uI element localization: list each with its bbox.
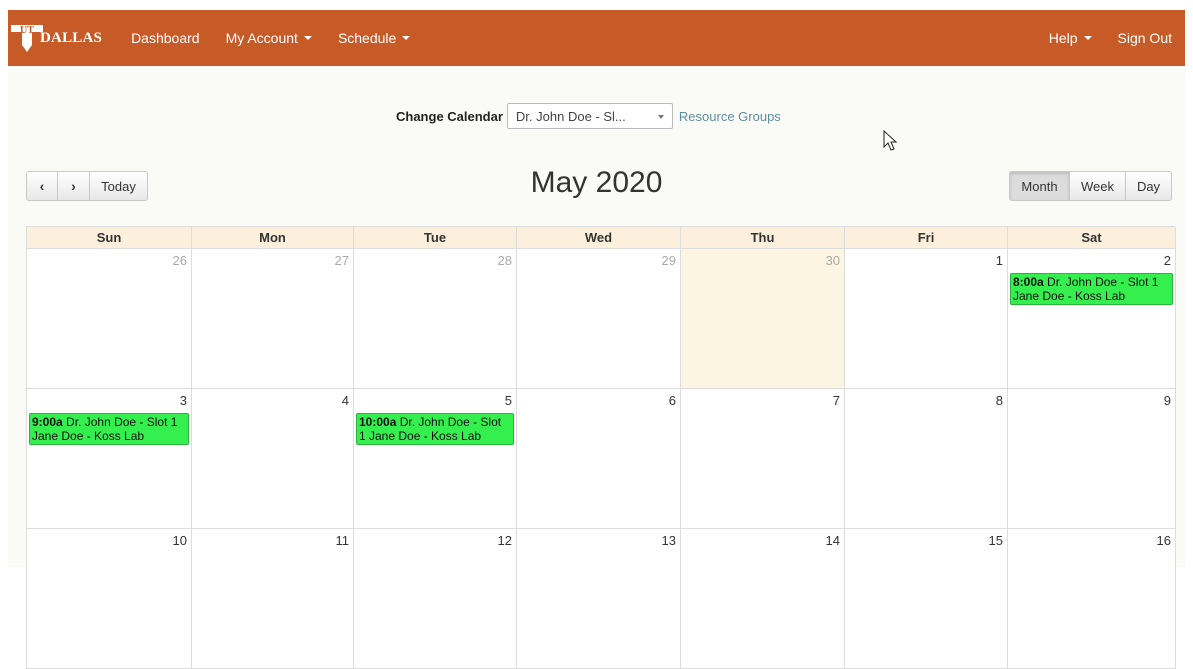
day-number[interactable]: 12 <box>498 533 512 548</box>
dropdown-arrow-icon <box>657 115 664 119</box>
weekday-tue: Tue <box>354 227 517 249</box>
nav-help-label: Help <box>1048 30 1078 46</box>
nav-schedule-label: Schedule <box>337 30 397 46</box>
nav-sign-out-label: Sign Out <box>1117 30 1172 46</box>
day-cell[interactable]: 28 <box>354 249 517 389</box>
day-cell[interactable]: 7 <box>681 389 845 529</box>
day-cell[interactable]: 6 <box>517 389 681 529</box>
weekday-mon: Mon <box>192 227 354 249</box>
weekday-fri: Fri <box>845 227 1008 249</box>
caret-down-icon <box>303 36 312 40</box>
day-cell[interactable]: 30 <box>681 249 845 389</box>
caret-down-icon <box>1083 36 1092 40</box>
caret-down-icon <box>402 36 411 40</box>
calendar-select[interactable]: Dr. John Doe - Sl... <box>506 103 673 129</box>
weekday-thu: Thu <box>681 227 845 249</box>
day-number[interactable]: 10 <box>173 533 187 548</box>
day-number[interactable]: 28 <box>498 253 512 268</box>
week-row: 26 27 28 29 30 1 2 8:00a Dr. John Doe - Slot 1 … <box>27 249 1176 389</box>
calendar-select-value: Dr. John Doe - Sl... <box>515 108 626 124</box>
day-cell[interactable]: 2 8:00a Dr. John Doe - Slot 1 Jane Doe - … <box>1008 249 1176 389</box>
day-cell[interactable]: 8 <box>845 389 1008 529</box>
nav-schedule[interactable]: Schedule <box>325 10 423 66</box>
day-cell[interactable]: 11 <box>192 529 354 669</box>
day-cell[interactable]: 3 9:00a Dr. John Doe - Slot 1 Jane Doe - … <box>27 389 192 529</box>
day-number[interactable]: 26 <box>173 253 187 268</box>
week-row: 3 9:00a Dr. John Doe - Slot 1 Jane Doe - … <box>27 389 1176 529</box>
day-number[interactable]: 29 <box>662 253 676 268</box>
view-week-button[interactable]: Week <box>1069 171 1126 201</box>
view-day-button[interactable]: Day <box>1125 171 1172 201</box>
day-cell[interactable]: 12 <box>354 529 517 669</box>
day-number[interactable]: 7 <box>833 393 840 408</box>
day-number[interactable]: 13 <box>662 533 676 548</box>
day-number[interactable]: 15 <box>989 533 1003 548</box>
calendar-event[interactable]: 10:00a Dr. John Doe - Slot 1 Jane Doe - … <box>356 413 514 445</box>
calendar-event[interactable]: 8:00a Dr. John Doe - Slot 1 Jane Doe - K… <box>1010 273 1173 305</box>
event-time: 8:00a <box>1013 275 1044 289</box>
view-button-group: Month Week Day <box>1009 171 1172 201</box>
day-cell[interactable]: 15 <box>845 529 1008 669</box>
day-cell[interactable]: 4 <box>192 389 354 529</box>
weekday-header: Sun Mon Tue Wed Thu Fri Sat <box>27 227 1176 249</box>
brand-text: DALLAS <box>40 29 103 46</box>
day-number[interactable]: 2 <box>1164 253 1171 268</box>
change-calendar-label: Change Calendar <box>396 108 503 124</box>
day-cell[interactable]: 26 <box>27 249 192 389</box>
weekday-wed: Wed <box>517 227 681 249</box>
day-number[interactable]: 4 <box>342 393 349 408</box>
calendar-event[interactable]: 9:00a Dr. John Doe - Slot 1 Jane Doe - K… <box>29 413 189 445</box>
day-cell[interactable]: 10 <box>27 529 192 669</box>
day-number[interactable]: 30 <box>826 253 840 268</box>
nav-sign-out[interactable]: Sign Out <box>1105 10 1185 66</box>
month-calendar: Sun Mon Tue Wed Thu Fri Sat 26 27 28 29 30 1 2 8:00a … <box>26 226 1176 669</box>
day-number[interactable]: 16 <box>1157 533 1171 548</box>
day-number[interactable]: 27 <box>335 253 349 268</box>
day-cell[interactable]: 5 10:00a Dr. John Doe - Slot 1 Jane Doe -… <box>354 389 517 529</box>
nav-my-account[interactable]: My Account <box>213 10 325 66</box>
day-number[interactable]: 1 <box>996 253 1003 268</box>
nav-help[interactable]: Help <box>1036 10 1105 66</box>
event-time: 10:00a <box>359 415 397 429</box>
day-cell[interactable]: 13 <box>517 529 681 669</box>
nav-dashboard-label: Dashboard <box>131 30 200 46</box>
resource-groups-link[interactable]: Resource Groups <box>679 109 781 124</box>
calendar-selector-row: Change Calendar Dr. John Doe - Sl... Res… <box>396 102 781 130</box>
ut-logo-icon: UT <box>11 25 43 52</box>
weekday-sat: Sat <box>1008 227 1176 249</box>
weekday-sun: Sun <box>27 227 192 249</box>
day-cell[interactable]: 16 <box>1008 529 1176 669</box>
nav-dashboard[interactable]: Dashboard <box>118 10 213 66</box>
day-number[interactable]: 6 <box>669 393 676 408</box>
day-number[interactable]: 5 <box>505 393 512 408</box>
mouse-cursor-icon <box>883 130 898 151</box>
day-cell[interactable]: 1 <box>845 249 1008 389</box>
day-cell[interactable]: 14 <box>681 529 845 669</box>
ut-dallas-logo[interactable]: UT DALLAS <box>10 10 118 66</box>
view-month-button[interactable]: Month <box>1009 171 1070 201</box>
top-navbar: UT DALLAS Dashboard My Account Schedule He… <box>8 10 1185 66</box>
day-cell[interactable]: 9 <box>1008 389 1176 529</box>
day-number[interactable]: 11 <box>336 533 350 548</box>
event-time: 9:00a <box>32 415 63 429</box>
nav-my-account-label: My Account <box>225 30 298 46</box>
week-row: 10 11 12 13 14 15 16 <box>27 529 1176 669</box>
day-cell[interactable]: 27 <box>192 249 354 389</box>
brand-initials: UT <box>20 25 34 36</box>
day-number[interactable]: 8 <box>996 393 1003 408</box>
day-cell[interactable]: 29 <box>517 249 681 389</box>
day-number[interactable]: 14 <box>826 533 840 548</box>
day-number[interactable]: 3 <box>180 393 187 408</box>
day-number[interactable]: 9 <box>1164 393 1171 408</box>
